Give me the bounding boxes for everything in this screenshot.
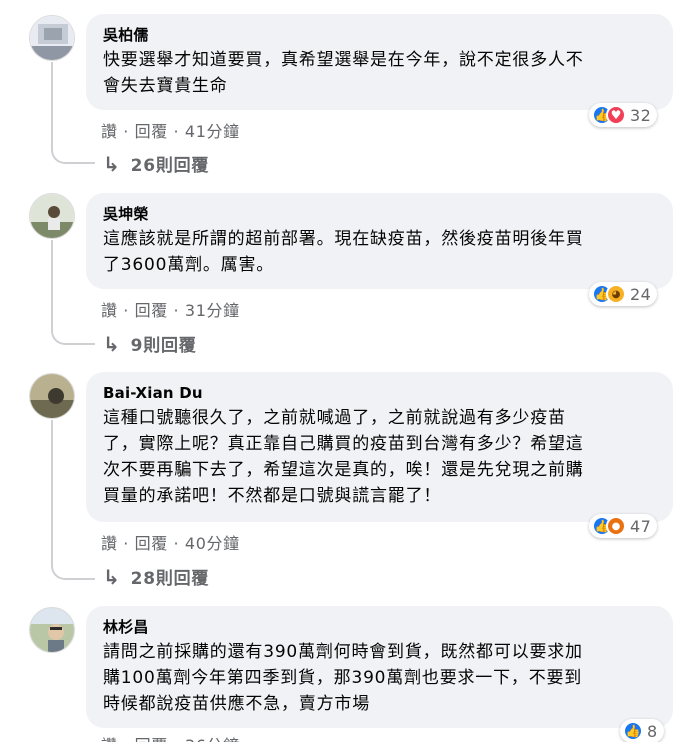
comment-actions[interactable]: 讚 · 回覆 · 36分鐘 (101, 732, 240, 742)
angry-icon: ● (606, 516, 626, 536)
avatar[interactable] (29, 193, 75, 239)
reply-arrow-icon: ↳ (103, 331, 121, 356)
comment-line: 了，實際上呢？真正靠自己購買的疫苗到台灣有多少？希望這 (103, 434, 584, 454)
avatar[interactable] (29, 373, 75, 419)
love-icon: ♥ (606, 105, 626, 125)
comment-line: 購100萬劑今年第四季到貨，那390萬劑也要求一下，不要到 (103, 668, 583, 688)
reaction-summary[interactable]: 👍 ◕ 24 (589, 282, 658, 306)
comment-text: 請問之前採購的還有390萬劑何時會到貨，既然都可以要求加 購100萬劑今年第四季… (103, 639, 657, 717)
reaction-summary[interactable]: 👍 ● 47 (589, 514, 658, 538)
comment-actions[interactable]: 讚 · 回覆 · 40分鐘 (101, 530, 240, 554)
comment-line: 時候都說疫苗供應不急，賣方市場 (103, 694, 370, 714)
reaction-count: 24 (630, 284, 652, 304)
comment-text: 這種口號聽很久了，之前就喊過了，之前就說過有多少疫苗 了，實際上呢？真正靠自己購… (103, 405, 657, 509)
comment-author[interactable]: 吳柏儒 (103, 25, 657, 45)
comment-line: 了3600萬劑。厲害。 (103, 255, 275, 275)
comment-text: 這應該就是所謂的超前部署。現在缺疫苗，然後疫苗明後年買 了3600萬劑。厲害。 (103, 226, 657, 278)
reaction-count: 8 (647, 721, 658, 741)
comment-line: 會失去寶貴生命 (103, 76, 228, 96)
like-icon: 👍 (623, 721, 643, 741)
reaction-summary[interactable]: 👍 8 (620, 719, 664, 742)
comment-line: 這種口號聽很久了，之前就喊過了，之前就說過有多少疫苗 (103, 408, 566, 428)
comment-line: 請問之前採購的還有390萬劑何時會到貨，既然都可以要求加 (103, 642, 583, 662)
comment-author[interactable]: Bai-Xian Du (103, 383, 657, 403)
comment-actions[interactable]: 讚 · 回覆 · 41分鐘 (101, 118, 240, 142)
replies-label: 26則回覆 (130, 156, 210, 176)
avatar[interactable] (29, 607, 75, 653)
replies-label: 28則回覆 (130, 569, 210, 589)
reaction-count: 32 (630, 105, 652, 125)
comment-bubble: Bai-Xian Du 這種口號聽很久了，之前就喊過了，之前就說過有多少疫苗 了… (86, 372, 673, 522)
comment-text: 快要選舉才知道要買，真希望選舉是在今年，說不定很多人不 會失去寶貴生命 (103, 47, 657, 99)
comment-line: 次不要再騙下去了，希望這次是真的，唉！還是先兌現之前購 (103, 460, 584, 480)
avatar[interactable] (29, 15, 75, 61)
reply-arrow-icon: ↳ (103, 151, 121, 176)
comment-actions[interactable]: 讚 · 回覆 · 31分鐘 (101, 297, 240, 321)
view-replies-button[interactable]: ↳ 9則回覆 (103, 331, 197, 357)
comment-line: 快要選舉才知道要買，真希望選舉是在今年，說不定很多人不 (103, 50, 584, 70)
comment-line: 這應該就是所謂的超前部署。現在缺疫苗，然後疫苗明後年買 (103, 229, 584, 249)
comment-bubble: 吳柏儒 快要選舉才知道要買，真希望選舉是在今年，說不定很多人不 會失去寶貴生命 (86, 14, 673, 110)
view-replies-button[interactable]: ↳ 28則回覆 (103, 564, 210, 590)
view-replies-button[interactable]: ↳ 26則回覆 (103, 151, 210, 177)
haha-icon: ◕ (606, 284, 626, 304)
reaction-count: 47 (630, 516, 652, 536)
reaction-summary[interactable]: 👍 ♥ 32 (589, 103, 658, 127)
comment-bubble: 吳坤榮 這應該就是所謂的超前部署。現在缺疫苗，然後疫苗明後年買 了3600萬劑。… (86, 193, 673, 289)
comment-author[interactable]: 吳坤榮 (103, 204, 657, 224)
reply-arrow-icon: ↳ (103, 564, 121, 589)
comment-line: 買量的承諾吧！不然都是口號與謊言罷了！ (103, 486, 442, 506)
replies-label: 9則回覆 (130, 336, 197, 356)
comment-author[interactable]: 林杉昌 (103, 617, 657, 637)
comment-bubble: 林杉昌 請問之前採購的還有390萬劑何時會到貨，既然都可以要求加 購100萬劑今… (86, 606, 673, 728)
